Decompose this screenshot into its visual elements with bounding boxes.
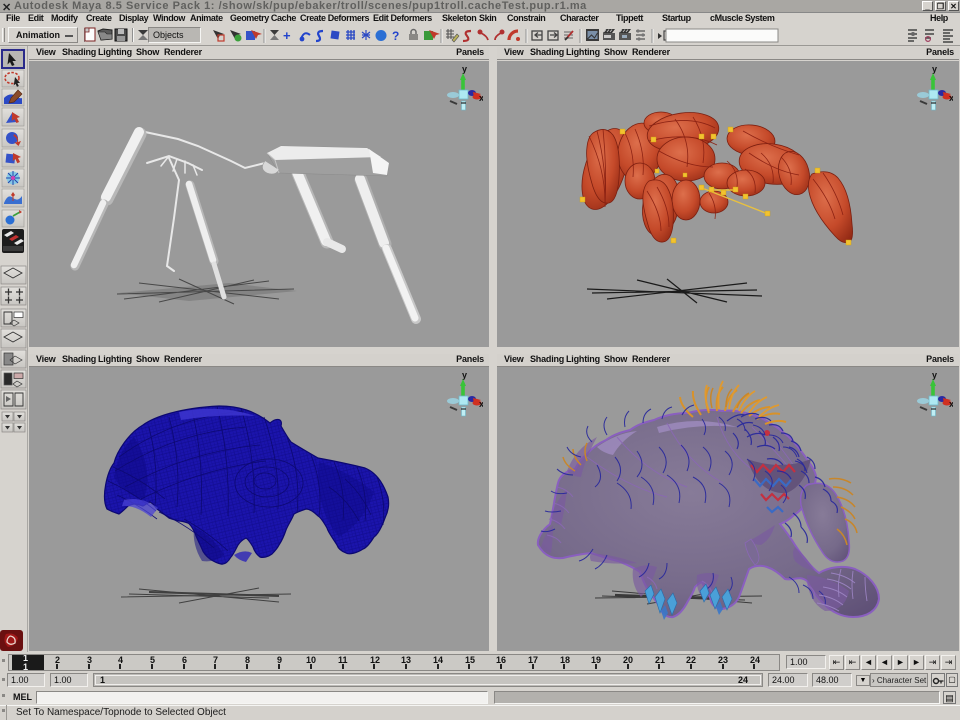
svg-text:?: ? — [392, 29, 399, 43]
svg-text:y: y — [462, 370, 467, 380]
svg-text:x: x — [479, 93, 483, 103]
svg-text:x: x — [949, 399, 953, 409]
svg-text:x: x — [949, 93, 953, 103]
svg-text:y: y — [932, 64, 937, 74]
svg-text:x: x — [479, 399, 483, 409]
svg-text:y: y — [462, 64, 467, 74]
svg-text:y: y — [932, 370, 937, 380]
svg-text:+: + — [283, 28, 291, 43]
